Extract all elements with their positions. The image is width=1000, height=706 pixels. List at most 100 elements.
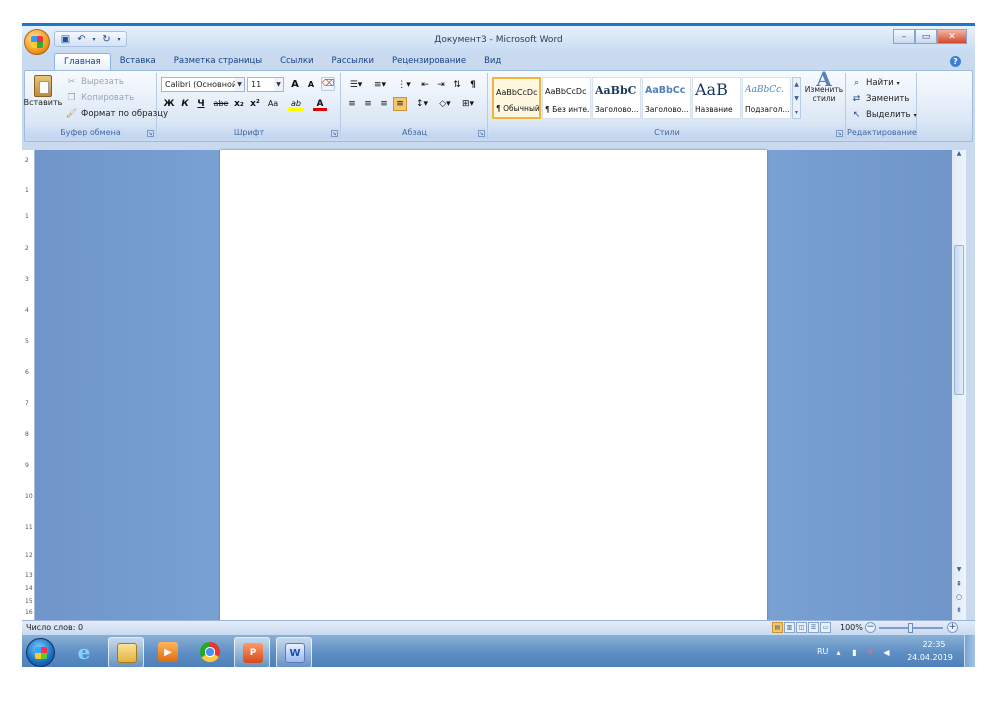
tab-view[interactable]: Вид xyxy=(475,53,510,70)
tab-page-layout[interactable]: Разметка страницы xyxy=(165,53,271,70)
zoom-slider-thumb[interactable] xyxy=(908,623,913,633)
italic-button[interactable]: К xyxy=(178,97,192,111)
style-tile-no-spacing[interactable]: AaBbCcDc ¶ Без инте... xyxy=(542,77,591,119)
select-button[interactable]: ↖ Выделить ▾ xyxy=(850,109,917,121)
shading-icon[interactable]: ◇▾ xyxy=(435,97,455,111)
close-button[interactable]: ✕ xyxy=(937,29,967,44)
align-right-icon[interactable]: ≡ xyxy=(377,97,391,111)
tab-home[interactable]: Главная xyxy=(54,53,111,70)
tab-insert[interactable]: Вставка xyxy=(111,53,165,70)
decrease-indent-icon[interactable]: ⇤ xyxy=(418,78,432,92)
style-tile-title[interactable]: AaB Название xyxy=(692,77,741,119)
superscript-button[interactable]: x² xyxy=(248,97,262,111)
tab-references[interactable]: Ссылки xyxy=(271,53,322,70)
document-workspace xyxy=(35,150,952,620)
find-button[interactable]: ⌕ Найти ▾ xyxy=(850,77,900,89)
outline-icon[interactable]: ☰ xyxy=(808,622,819,633)
scroll-up-icon[interactable]: ▲ xyxy=(953,150,965,160)
taskbar-word[interactable]: W xyxy=(276,637,312,667)
style-name: Подзагол... xyxy=(745,105,790,114)
style-sample: AaB xyxy=(695,80,728,99)
paste-button[interactable]: Вставить xyxy=(24,75,62,107)
clock-date[interactable]: 24.04.2019 xyxy=(906,653,954,662)
folder-icon xyxy=(117,643,137,663)
style-tile-normal[interactable]: AaBbCcDc ¶ Обычный xyxy=(492,77,541,119)
dialog-launcher-icon[interactable]: ↘ xyxy=(147,130,154,137)
maximize-button[interactable]: ▭ xyxy=(915,29,937,44)
vertical-scrollbar[interactable]: ▲ ▼ ⇞ ○ ⇟ xyxy=(952,150,966,620)
clear-formatting-icon[interactable]: ⌫ xyxy=(321,77,335,91)
cut-button[interactable]: ✂ Вырезать xyxy=(65,76,124,88)
document-page[interactable] xyxy=(220,150,767,620)
bullets-icon[interactable]: ☰▾ xyxy=(345,78,367,92)
highlight-button[interactable]: ab xyxy=(288,97,304,111)
borders-icon[interactable]: ⊞▾ xyxy=(458,97,478,111)
scroll-thumb[interactable] xyxy=(954,245,964,395)
font-size-box[interactable]: 11 ▼ xyxy=(247,77,284,92)
dialog-launcher-icon[interactable]: ↘ xyxy=(836,130,843,137)
office-button[interactable] xyxy=(24,29,50,55)
align-center-icon[interactable]: ≡ xyxy=(361,97,375,111)
increase-indent-icon[interactable]: ⇥ xyxy=(434,78,448,92)
zoom-out-icon[interactable]: − xyxy=(865,622,876,633)
help-icon[interactable]: ? xyxy=(950,56,961,67)
previous-page-icon[interactable]: ⇞ xyxy=(954,580,964,592)
taskbar-media-player[interactable]: ▶ xyxy=(150,637,186,667)
language-indicator[interactable]: RU xyxy=(817,647,828,656)
zoom-level[interactable]: 100% xyxy=(840,623,863,632)
dialog-launcher-icon[interactable]: ↘ xyxy=(331,130,338,137)
draft-icon[interactable]: ▭ xyxy=(820,622,831,633)
line-spacing-icon[interactable]: ↕▾ xyxy=(412,97,432,111)
word-window: ▣ ↶ ▾ ↻ ▾ Документ3 - Microsoft Word – ▭… xyxy=(22,23,975,667)
font-name-box[interactable]: Calibri (Основной тe ▼ xyxy=(161,77,245,92)
tab-mailings[interactable]: Рассылки xyxy=(322,53,382,70)
font-color-button[interactable]: A xyxy=(313,97,327,111)
style-tile-heading1[interactable]: AaBbC Заголово... xyxy=(592,77,641,119)
multilevel-list-icon[interactable]: ⋮▾ xyxy=(393,78,415,92)
shrink-font-button[interactable]: A xyxy=(304,78,318,92)
web-layout-icon[interactable]: ◫ xyxy=(796,622,807,633)
show-hidden-icons-icon[interactable]: ▴ xyxy=(834,648,843,657)
style-tile-subtitle[interactable]: AaBbCc. Подзагол... xyxy=(742,77,791,119)
bold-button[interactable]: Ж xyxy=(162,97,176,111)
sort-icon[interactable]: ⇅ xyxy=(450,78,464,92)
justify-icon[interactable]: ≡ xyxy=(393,97,407,111)
change-case-button[interactable]: Aa xyxy=(265,97,281,111)
copy-button[interactable]: ❐ Копировать xyxy=(65,92,134,104)
volume-icon[interactable]: ◀ xyxy=(882,648,891,657)
subscript-button[interactable]: x₂ xyxy=(232,97,246,111)
pilcrow-icon[interactable]: ¶ xyxy=(466,78,480,92)
style-tile-heading2[interactable]: AaBbCc Заголово... xyxy=(642,77,691,119)
change-styles-button[interactable]: A Изменить стили xyxy=(804,69,844,103)
replace-button[interactable]: ⇄ Заменить xyxy=(850,93,910,105)
format-painter-button[interactable]: 🖌 Формат по образцу xyxy=(65,108,168,120)
grow-font-button[interactable]: A xyxy=(288,78,302,92)
battery-icon[interactable]: ▮ xyxy=(850,648,859,657)
minimize-button[interactable]: – xyxy=(893,29,915,44)
taskbar-chrome[interactable] xyxy=(192,637,228,667)
taskbar-ie[interactable]: e xyxy=(66,637,102,667)
print-layout-icon[interactable]: ▤ xyxy=(772,622,783,633)
gallery-scroll[interactable]: ▲ ▼ ▾ xyxy=(792,77,801,119)
taskbar-powerpoint[interactable]: P xyxy=(234,637,270,667)
show-desktop-button[interactable] xyxy=(964,635,975,667)
full-screen-reading-icon[interactable]: ▥ xyxy=(784,622,795,633)
scroll-down-icon[interactable]: ▼ xyxy=(953,566,965,576)
ruler-tick: 3 xyxy=(25,276,29,283)
underline-button[interactable]: Ч xyxy=(194,97,208,111)
vertical-ruler[interactable]: 2 1 1 2 3 4 5 6 7 8 9 10 11 12 13 14 15 … xyxy=(22,150,35,620)
numbering-icon[interactable]: ≡▾ xyxy=(369,78,391,92)
strikethrough-button[interactable]: abe xyxy=(212,97,230,111)
tab-review[interactable]: Рецензирование xyxy=(383,53,475,70)
zoom-in-icon[interactable]: + xyxy=(947,622,958,633)
align-left-icon[interactable]: ≡ xyxy=(345,97,359,111)
word-count[interactable]: Число слов: 0 xyxy=(26,623,83,632)
clock-time[interactable]: 22:35 xyxy=(915,640,953,649)
network-icon[interactable]: ✕ xyxy=(866,648,875,657)
dialog-launcher-icon[interactable]: ↘ xyxy=(478,130,485,137)
next-page-icon[interactable]: ⇟ xyxy=(954,606,964,618)
taskbar-explorer[interactable] xyxy=(108,637,144,667)
start-button[interactable] xyxy=(26,638,55,667)
style-name: ¶ Обычный xyxy=(496,104,540,113)
browse-object-icon[interactable]: ○ xyxy=(954,593,964,605)
